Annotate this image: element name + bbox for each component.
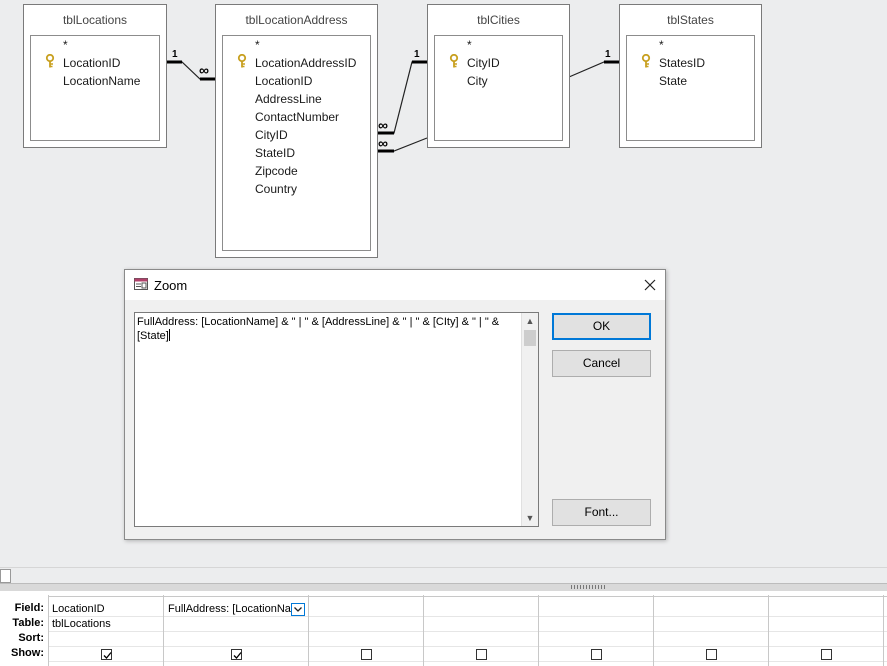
primary-key-icon: [641, 54, 651, 68]
grid-column-8[interactable]: [883, 595, 884, 666]
text-caret: [168, 329, 170, 341]
table-title: tblCities: [477, 13, 520, 27]
row-label-field: Field:: [14, 602, 44, 614]
field-addressline[interactable]: AddressLine: [255, 92, 322, 106]
show-checkbox[interactable]: [591, 649, 602, 660]
field-list[interactable]: * CityID City: [434, 35, 563, 141]
grid-column-1[interactable]: [48, 595, 49, 666]
table-title: tblStates: [667, 13, 714, 27]
show-checkbox[interactable]: [361, 649, 372, 660]
grid-column-7[interactable]: [768, 595, 769, 666]
field-cityid[interactable]: CityID: [467, 56, 500, 70]
row-label-table: Table:: [12, 617, 44, 629]
primary-key-icon: [45, 54, 55, 68]
table-title: tblLocationAddress: [245, 13, 348, 27]
close-button[interactable]: [635, 270, 665, 300]
field-contactnumber[interactable]: ContactNumber: [255, 110, 339, 124]
table-window-tbllocationaddress[interactable]: tblLocationAddress * LocationAddressID L…: [215, 4, 378, 258]
grid-line: [48, 661, 887, 662]
field-state[interactable]: State: [659, 74, 687, 88]
scroll-up-icon[interactable]: ▲: [522, 314, 538, 328]
grid-column-6[interactable]: [653, 595, 654, 666]
field-locationname[interactable]: LocationName: [63, 74, 140, 88]
field-country[interactable]: Country: [255, 182, 297, 196]
checkmark-icon: [103, 652, 112, 659]
field-all[interactable]: *: [467, 38, 472, 52]
dialog-titlebar[interactable]: Zoom: [125, 270, 665, 300]
grid-line: [48, 596, 887, 597]
field-locationid[interactable]: LocationID: [63, 56, 120, 70]
show-checkbox[interactable]: [821, 649, 832, 660]
grid-column-5[interactable]: [538, 595, 539, 666]
cancel-button[interactable]: Cancel: [552, 350, 651, 377]
field-all[interactable]: *: [659, 38, 664, 52]
row-label-sort: Sort:: [18, 632, 44, 644]
splitter-grip-icon[interactable]: [571, 585, 607, 589]
show-checkbox[interactable]: [706, 649, 717, 660]
font-button[interactable]: Font...: [552, 499, 651, 526]
grid-line: [48, 646, 887, 647]
field-dropdown-button[interactable]: [291, 603, 305, 616]
primary-key-icon: [237, 54, 247, 68]
scroll-thumb[interactable]: [524, 330, 536, 346]
scroll-down-icon[interactable]: ▼: [522, 511, 538, 525]
grid-line: [48, 631, 887, 632]
table-title: tblLocations: [62, 13, 128, 27]
canvas-horizontal-scrollbar[interactable]: [0, 567, 887, 583]
field-cityid[interactable]: CityID: [255, 128, 288, 142]
join-line-cities-states[interactable]: [568, 60, 619, 78]
primary-key-icon: [449, 54, 459, 68]
font-button-label: Font...: [584, 505, 619, 519]
zoom-window-icon: [134, 278, 148, 290]
show-checkbox[interactable]: [231, 649, 242, 660]
cardinality-one-label: 1: [172, 49, 178, 60]
field-city[interactable]: City: [467, 74, 488, 88]
chevron-down-icon: [294, 607, 302, 612]
grid-column-3[interactable]: [308, 595, 309, 666]
column-field-cell[interactable]: FullAddress: [LocationNa: [168, 603, 291, 615]
table-window-tblcities[interactable]: tblCities * CityID City: [427, 4, 570, 148]
show-checkbox[interactable]: [101, 649, 112, 660]
field-all[interactable]: *: [63, 38, 68, 52]
cardinality-one-label: 1: [605, 49, 611, 60]
query-design-canvas: 1 ∞ 1 ∞ ∞ 1 tblLocations * LocationID Lo…: [0, 0, 887, 268]
ok-button[interactable]: OK: [552, 313, 651, 340]
query-design-grid: Field: Table: Sort: Show: LocationID tbl…: [0, 591, 887, 666]
table-window-tbllocations[interactable]: tblLocations * LocationID LocationName: [23, 4, 167, 148]
field-locationaddressid[interactable]: LocationAddressID: [255, 56, 356, 70]
row-label-show: Show:: [11, 647, 44, 659]
expression-editor[interactable]: FullAddress: [LocationName] & " | " & [A…: [134, 312, 539, 527]
cardinality-many-label: ∞: [199, 62, 209, 78]
cardinality-one-label: 1: [414, 49, 420, 60]
field-statesid[interactable]: StatesID: [659, 56, 705, 70]
field-stateid[interactable]: StateID: [255, 146, 295, 160]
scroll-left-button[interactable]: [0, 569, 11, 583]
checkmark-icon: [233, 652, 242, 659]
zoom-dialog: Zoom FullAddress: [LocationName] & " | "…: [124, 269, 666, 540]
vertical-scrollbar[interactable]: ▲ ▼: [521, 313, 538, 526]
grid-line: [48, 616, 887, 617]
grid-column-2[interactable]: [163, 595, 164, 666]
field-all[interactable]: *: [255, 38, 260, 52]
field-list[interactable]: * LocationAddressID LocationID AddressLi…: [222, 35, 371, 251]
field-zipcode[interactable]: Zipcode: [255, 164, 298, 178]
table-window-tblstates[interactable]: tblStates * StatesID State: [619, 4, 762, 148]
field-list[interactable]: * StatesID State: [626, 35, 755, 141]
field-locationid[interactable]: LocationID: [255, 74, 312, 88]
close-icon: [644, 279, 656, 291]
grid-column-4[interactable]: [423, 595, 424, 666]
column-field-cell[interactable]: LocationID: [52, 603, 162, 615]
column-table-cell[interactable]: tblLocations: [52, 618, 162, 630]
expression-text[interactable]: FullAddress: [LocationName] & " | " & [A…: [137, 315, 519, 343]
field-list[interactable]: * LocationID LocationName: [30, 35, 160, 141]
show-checkbox[interactable]: [476, 649, 487, 660]
dialog-title: Zoom: [154, 278, 188, 293]
cardinality-many-label: ∞: [378, 135, 388, 151]
cardinality-many-label: ∞: [378, 117, 388, 133]
expression-value: FullAddress: [LocationName] & " | " & [A…: [137, 316, 500, 342]
